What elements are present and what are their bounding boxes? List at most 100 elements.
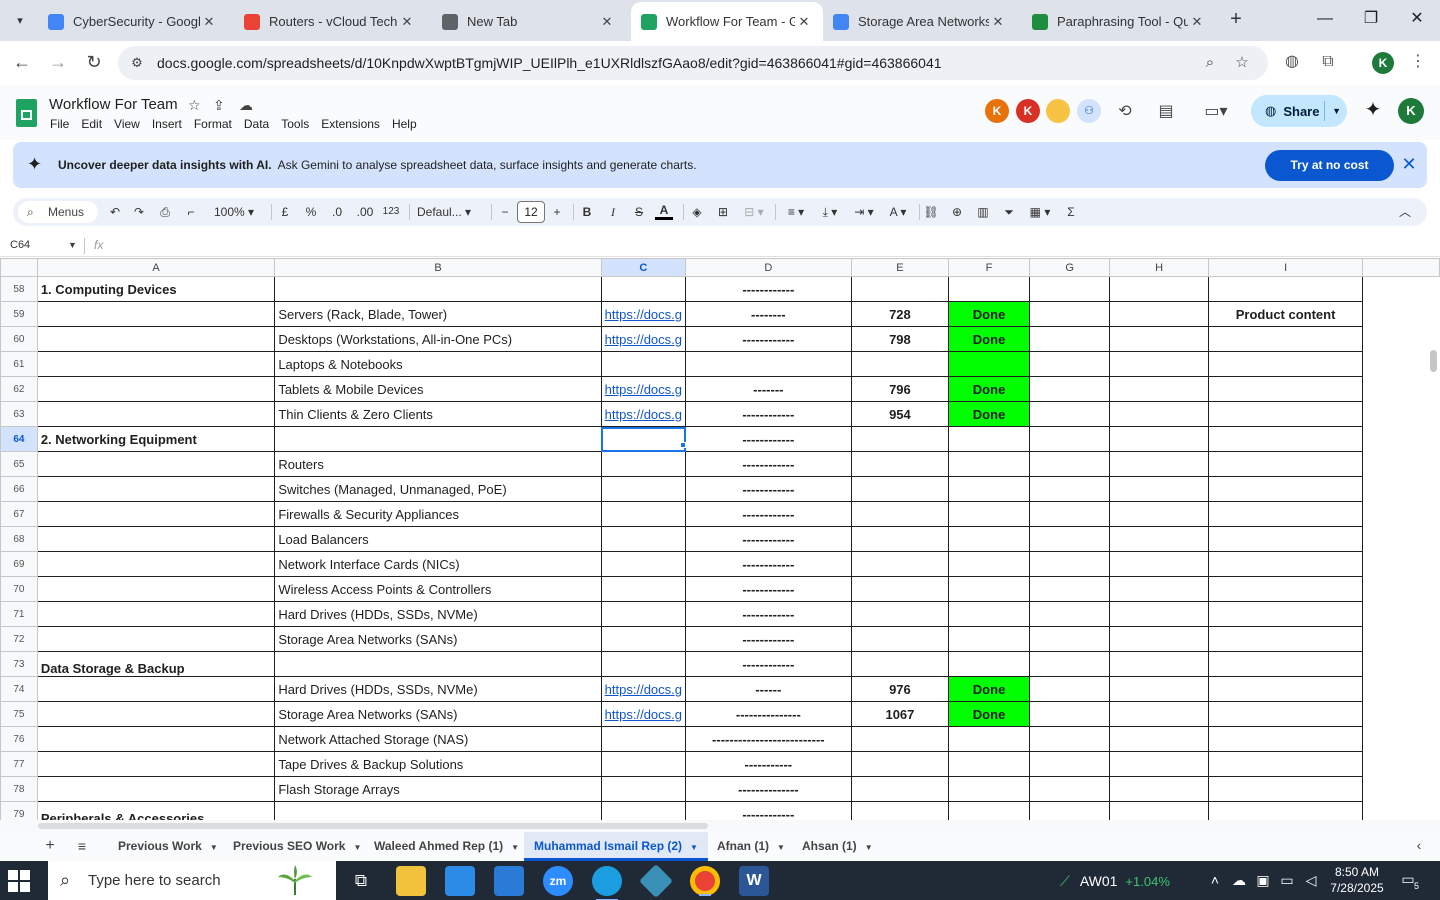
cell-g[interactable] — [1028, 326, 1111, 352]
column-header-a[interactable]: A — [36, 258, 276, 277]
cell-f[interactable] — [948, 426, 1030, 452]
row-header[interactable]: 76 — [0, 726, 38, 752]
browser-tab[interactable]: Storage Area Networks ✕ — [823, 2, 1017, 41]
sheet-tab[interactable]: Muhammad Ismail Rep (2) ▼ — [524, 832, 708, 861]
cell-b[interactable]: Storage Area Networks (SANs) — [274, 701, 602, 727]
cell-a[interactable]: 2. Networking Equipment — [36, 426, 276, 452]
cell-h[interactable] — [1109, 476, 1209, 502]
cell-i[interactable] — [1207, 351, 1364, 377]
cell-c[interactable] — [600, 626, 687, 652]
cell-h[interactable] — [1109, 501, 1209, 527]
windows-start-icon[interactable] — [8, 870, 30, 892]
cell-f[interactable] — [948, 276, 1030, 302]
sheet-tab[interactable]: Afnan (1) ▼ — [707, 832, 795, 861]
cell-b[interactable]: Tape Drives & Backup Solutions — [274, 751, 602, 777]
cell-j[interactable] — [1363, 477, 1440, 502]
cell-a[interactable] — [36, 301, 276, 327]
microsoft-store-icon[interactable] — [445, 866, 475, 896]
row-header[interactable]: 67 — [0, 501, 38, 527]
cell-a[interactable] — [36, 326, 276, 352]
cell-g[interactable] — [1028, 651, 1111, 677]
cell-a[interactable] — [36, 701, 276, 727]
cell-f[interactable] — [948, 476, 1030, 502]
cell-a[interactable] — [36, 776, 276, 802]
cell-g[interactable] — [1028, 776, 1111, 802]
cell-a[interactable] — [36, 476, 276, 502]
browser-menu-icon[interactable]: ⋮ — [1408, 53, 1428, 73]
tab-close-icon[interactable]: ✕ — [1188, 14, 1206, 30]
cell-e[interactable]: 728 — [850, 301, 950, 327]
cell-e[interactable]: 976 — [850, 676, 950, 702]
doc-title[interactable]: Workflow For Team — [49, 96, 178, 113]
cell-b[interactable]: Load Balancers — [274, 526, 602, 552]
cell-e[interactable] — [850, 626, 950, 652]
reload-icon[interactable]: ↻ — [82, 51, 106, 75]
cell-h[interactable] — [1109, 751, 1209, 777]
cell-j[interactable] — [1363, 277, 1440, 302]
cell-i[interactable]: Product content — [1207, 301, 1364, 327]
cell-f[interactable]: Done — [948, 701, 1030, 727]
strikethrough-button[interactable]: S — [631, 202, 647, 222]
cell-e[interactable] — [850, 551, 950, 577]
cell-b[interactable]: Routers — [274, 451, 602, 477]
bold-button[interactable]: B — [579, 202, 595, 222]
cell-f[interactable] — [948, 726, 1030, 752]
meeting-chat-icon[interactable]: ⚇ — [1077, 99, 1101, 123]
cell-c[interactable] — [600, 576, 687, 602]
cell-i[interactable] — [1207, 401, 1364, 427]
cell-d[interactable]: ------------ — [685, 526, 852, 552]
system-clock[interactable]: 8:50 AM 7/28/2025 — [1330, 864, 1384, 896]
cell-f[interactable] — [948, 626, 1030, 652]
new-tab-button[interactable]: + — [1224, 8, 1248, 32]
cell-c[interactable]: https://docs.g — [600, 401, 687, 427]
minimize-icon[interactable]: — — [1313, 8, 1337, 32]
sheet-tab[interactable]: Previous Work ▼ — [108, 832, 228, 861]
cell-j[interactable] — [1363, 677, 1440, 702]
row-header[interactable]: 60 — [0, 326, 38, 352]
cell-e[interactable]: 954 — [850, 401, 950, 427]
cell-i[interactable] — [1207, 326, 1364, 352]
cell-f[interactable] — [948, 451, 1030, 477]
insert-chart-icon[interactable]: ▥ — [975, 202, 991, 222]
cell-f[interactable] — [948, 776, 1030, 802]
cell-j[interactable] — [1363, 777, 1440, 802]
cell-d[interactable]: ------------ — [685, 326, 852, 352]
security-icon[interactable]: ▣ — [1254, 872, 1272, 889]
cell-b[interactable]: Switches (Managed, Unmanaged, PoE) — [274, 476, 602, 502]
cell-d[interactable]: ----------- — [685, 751, 852, 777]
cell-c[interactable] — [600, 601, 687, 627]
bookmark-star-icon[interactable]: ☆ — [1232, 54, 1252, 74]
cell-i[interactable] — [1207, 576, 1364, 602]
cell-a[interactable]: Data Storage & Backup — [36, 651, 276, 677]
volume-icon[interactable]: ◁ — [1302, 872, 1320, 889]
collaborator-avatar[interactable]: K — [1016, 99, 1040, 123]
sheet-tab[interactable]: Previous SEO Work ▼ — [223, 832, 371, 861]
cell-g[interactable] — [1028, 301, 1111, 327]
redo-icon[interactable]: ↷ — [131, 202, 147, 222]
translate-icon[interactable]: ◍ — [1282, 53, 1302, 73]
cell-e[interactable] — [850, 751, 950, 777]
horizontal-scrollbar-thumb[interactable] — [38, 823, 708, 829]
cell-e[interactable] — [850, 276, 950, 302]
cell-c[interactable] — [600, 551, 687, 577]
cell-i[interactable] — [1207, 626, 1364, 652]
cell-d[interactable]: --------------- — [685, 701, 852, 727]
cell-d[interactable]: ------------ — [685, 501, 852, 527]
chevron-down-icon[interactable]: ▼ — [210, 843, 218, 852]
cell-j[interactable] — [1363, 402, 1440, 427]
url-text[interactable]: docs.google.com/spreadsheets/d/10KnpdwXw… — [157, 55, 942, 71]
cell-g[interactable] — [1028, 501, 1111, 527]
cell-h[interactable] — [1109, 526, 1209, 552]
cell-e[interactable] — [850, 451, 950, 477]
tab-close-icon[interactable]: ✕ — [200, 14, 218, 30]
move-icon[interactable]: ⇪ — [213, 97, 225, 114]
browser-tab[interactable]: CyberSecurity - Google ✕ — [38, 2, 228, 41]
text-rotation-icon[interactable]: A ▾ — [885, 202, 911, 222]
browser-tab[interactable]: Workflow For Team - Go ✕ — [631, 2, 823, 41]
cell-a[interactable] — [36, 451, 276, 477]
notifications-icon[interactable]: ▭ 5 — [1397, 871, 1419, 891]
row-header[interactable]: 68 — [0, 526, 38, 552]
cell-c[interactable] — [600, 801, 687, 820]
cell-j[interactable] — [1363, 727, 1440, 752]
row-header[interactable]: 74 — [0, 676, 38, 702]
